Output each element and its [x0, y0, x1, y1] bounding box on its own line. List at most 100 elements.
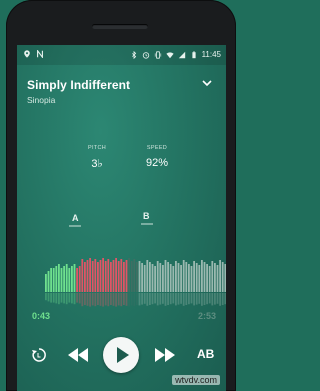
waveform-bar: [112, 260, 115, 292]
waveform-reflection: [203, 293, 206, 305]
waveform-reflection: [50, 293, 52, 303]
pitch-label: PITCH: [88, 145, 106, 151]
waveform-bar: [216, 265, 219, 292]
waveform-reflection: [180, 293, 182, 304]
waveform-reflection: [208, 293, 211, 304]
phone-bezel: [6, 0, 236, 44]
waveform-bar: [125, 260, 128, 292]
waveform-reflection: [193, 293, 195, 306]
waveform-bar: [45, 274, 47, 292]
waveform-reflection: [185, 293, 188, 305]
play-button[interactable]: [103, 337, 139, 373]
waveform-reflection: [63, 293, 65, 304]
signal-icon: [178, 51, 185, 58]
waveform-bar: [84, 262, 86, 292]
waveform[interactable]: [17, 240, 226, 320]
waveform-bar: [71, 266, 73, 292]
loop-marker-b[interactable]: B: [143, 211, 150, 221]
waveform-bar: [164, 260, 167, 292]
fast-forward-icon[interactable]: [154, 347, 176, 363]
waveform-bar: [94, 259, 97, 292]
waveform-reflection: [149, 293, 151, 305]
waveform-reflection: [110, 293, 112, 305]
waveform-bar: [115, 258, 117, 292]
location-icon: [24, 50, 30, 58]
waveform-reflection: [219, 293, 221, 306]
waveform-reflection: [58, 293, 60, 305]
waveform-bar: [123, 262, 125, 292]
waveform-reflection: [112, 293, 115, 306]
waveform-bar: [55, 266, 58, 292]
waveform-bar: [117, 261, 120, 292]
waveform-bar: [99, 260, 102, 292]
waveform-reflection: [94, 293, 97, 307]
speed-control[interactable]: SPEED 92%: [132, 145, 182, 169]
waveform-bar: [50, 268, 52, 292]
waveform-bar: [91, 261, 94, 292]
waveform-reflection: [221, 293, 224, 305]
track-header: Simply Indifferent Sinopia: [27, 78, 220, 105]
battery-icon: [191, 50, 196, 58]
waveform-reflection: [175, 293, 177, 306]
waveform-reflection: [156, 293, 159, 306]
waveform-reflection: [224, 293, 226, 305]
waveform-reflection: [172, 293, 175, 304]
waveform-bar: [146, 260, 149, 292]
waveform-reflection: [115, 293, 117, 307]
status-time: 11:45: [201, 50, 221, 59]
bluetooth-icon: [131, 50, 136, 59]
waveform-reflection: [188, 293, 190, 305]
waveform-bar: [65, 264, 68, 292]
waveform-reflection: [159, 293, 162, 305]
waveform-reflection: [89, 293, 91, 307]
waveform-reflection: [138, 293, 141, 306]
rewind-icon[interactable]: [67, 347, 89, 363]
waveform-reflection: [73, 293, 76, 305]
chevron-down-icon[interactable]: [200, 76, 214, 90]
waveform-bar: [201, 260, 203, 292]
track-artist: Sinopia: [27, 95, 56, 105]
waveform-reflection: [91, 293, 94, 306]
waveform-reflection: [102, 293, 104, 307]
waveform-reflection: [45, 293, 47, 301]
waveform-reflection: [81, 293, 84, 307]
waveform-reflection: [65, 293, 68, 305]
waveform-bar: [206, 264, 208, 292]
wifi-icon: [165, 51, 174, 58]
status-bar: 11:45: [17, 45, 226, 65]
waveform-reflection: [130, 293, 133, 306]
waveform-reflection: [120, 293, 123, 307]
waveform-bar: [78, 266, 81, 292]
waveform-reflection: [206, 293, 208, 305]
waveform-bar: [221, 262, 224, 292]
speed-label: SPEED: [146, 145, 168, 151]
waveform-bar: [154, 266, 156, 292]
pitch-control[interactable]: PITCH 3♭: [72, 145, 122, 170]
waveform-bar: [130, 261, 133, 292]
waveform-reflection: [52, 293, 55, 303]
waveform-bar: [162, 265, 164, 292]
vibrate-icon: [154, 50, 161, 59]
waveform-bar: [190, 266, 193, 292]
waveform-reflection: [60, 293, 63, 303]
waveform-bar: [188, 264, 190, 292]
ab-loop-button[interactable]: AB: [197, 347, 214, 361]
waveform-bar: [68, 268, 71, 292]
waveform-bar: [110, 262, 112, 292]
waveform-reflection: [125, 293, 128, 306]
watermark: wtvdv.com: [172, 375, 220, 385]
waveform-reflection: [78, 293, 81, 304]
waveform-bar: [138, 261, 141, 292]
phone-speaker: [92, 24, 148, 29]
waveform-reflection: [211, 293, 214, 306]
waveform-reflection: [164, 293, 167, 306]
waveform-reflection: [195, 293, 198, 305]
waveform-bar: [224, 264, 226, 292]
replay-icon[interactable]: [31, 347, 47, 363]
waveform-reflection: [107, 293, 110, 307]
waveform-bar: [120, 259, 123, 292]
loop-marker-a[interactable]: A: [72, 213, 79, 223]
waveform-bar: [167, 262, 169, 292]
waveform-bar: [60, 268, 63, 292]
waveform-reflection: [154, 293, 156, 304]
